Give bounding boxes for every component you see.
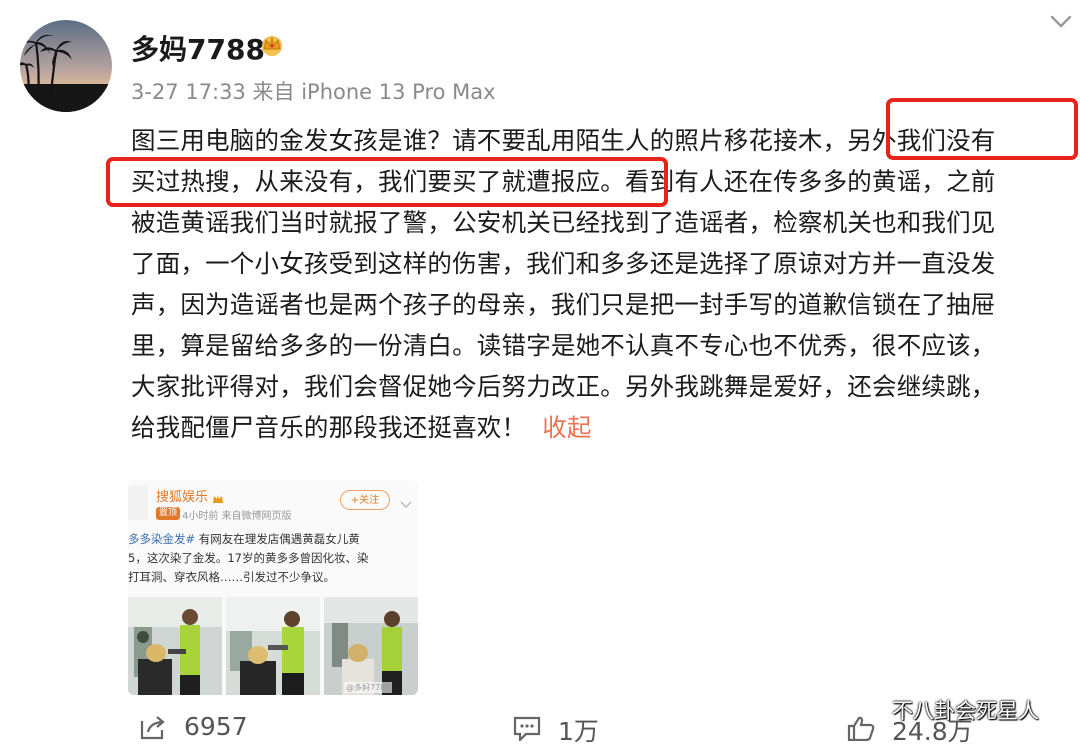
- post-line-last: 给我配僵尸音乐的那段我还挺喜欢！ 收起: [131, 407, 1076, 448]
- embed-photo: [128, 597, 222, 695]
- embed-line-text: 有网友在理发店偶遇黄磊女儿黄: [198, 532, 360, 546]
- post-line: 给我配僵尸音乐的那段我还挺喜欢！: [131, 413, 527, 442]
- embedded-image[interactable]: 搜狐娱乐 置顶 4小时前 来自微博网页版 +关注 多多染金发# 有网友在理发店偶…: [128, 480, 418, 695]
- highlight-box: [886, 98, 1078, 160]
- embed-line: 打耳洞、穿衣风格……引发过不少争议。: [128, 570, 335, 584]
- repost-icon: [140, 716, 165, 740]
- like-icon: [847, 716, 875, 741]
- embed-topic: 多多染金发#: [128, 532, 196, 546]
- embed-line: 多多染金发# 有网友在理发店偶遇黄磊女儿黄: [128, 530, 418, 549]
- post-line: 里，算是留给多多的一份清白。读错字是她不认真不专心也不优秀，很不应该，: [131, 331, 996, 360]
- highlight-box: [106, 157, 668, 207]
- post-line: 被造黄谣我们当时就报了警，公安机关已经找到了造谣者，检察机关也和我们见: [131, 208, 996, 237]
- repost-button[interactable]: 6957: [138, 712, 258, 742]
- embed-photo: [226, 597, 320, 695]
- post-line: 大家批评得对，我们会督促她今后努力改正。另外我跳舞是爱好，还会继续跳，: [131, 372, 996, 401]
- comment-button[interactable]: 1万: [512, 712, 612, 746]
- post-line: 声，因为造谣者也是两个孩子的母亲，我们只是把一封手写的道歉信锁在了抽屉: [131, 290, 996, 319]
- embed-tag: 置顶: [156, 507, 181, 520]
- embed-line: 5，这次染了金发。17岁的黄多多曾因化妆、染: [128, 551, 369, 565]
- post-meta: 3-27 17:33 来自 iPhone 13 Pro Max: [131, 80, 496, 104]
- embed-author: 搜狐娱乐: [156, 490, 209, 505]
- post-line: 了面，一个小女孩受到这样的伤害，我们和多多还是选择了原谅对方并一直没发: [131, 249, 996, 278]
- chevron-down-icon[interactable]: [1050, 14, 1072, 30]
- vip-crown-icon: [258, 33, 286, 57]
- follow-button: +关注: [340, 490, 390, 510]
- vip-crown-icon: [212, 489, 224, 503]
- embed-time: 4小时前 来自微博网页版: [182, 511, 292, 522]
- comment-count: 1万: [558, 717, 599, 746]
- embed-photo: [324, 597, 418, 695]
- photo-watermark: @多妈7788: [344, 682, 393, 693]
- watermark: 不八卦会死星人: [892, 699, 1039, 723]
- avatar[interactable]: [20, 20, 112, 112]
- comment-icon: [513, 716, 541, 741]
- embed-text: 多多染金发# 有网友在理发店偶遇黄磊女儿黄 5，这次染了金发。17岁的黄多多曾因…: [128, 530, 418, 587]
- chevron-down-icon: [400, 494, 412, 509]
- collapse-link[interactable]: 收起: [542, 413, 591, 442]
- embed-avatar: [128, 486, 148, 520]
- author-name[interactable]: 多妈7788: [131, 28, 265, 68]
- repost-count: 6957: [184, 712, 248, 741]
- embed-header: 搜狐娱乐 置顶 4小时前 来自微博网页版 +关注: [128, 480, 418, 532]
